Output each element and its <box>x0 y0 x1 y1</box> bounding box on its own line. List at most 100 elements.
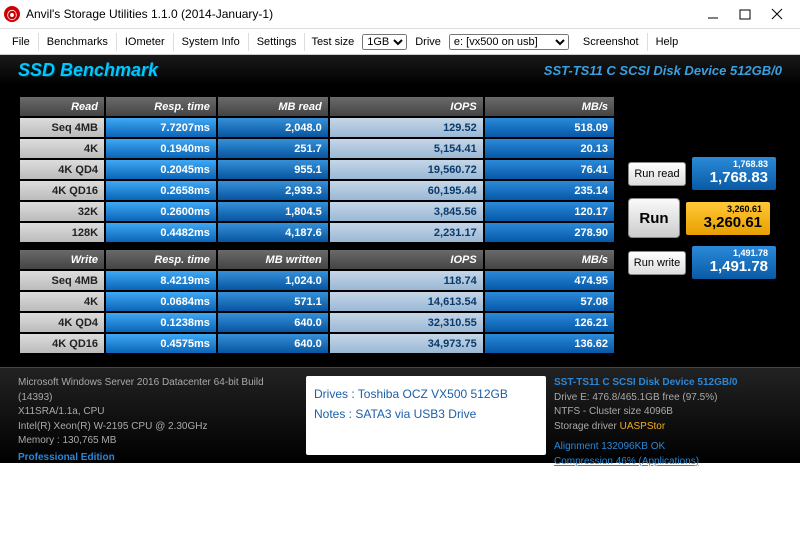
minimize-button[interactable] <box>706 7 720 21</box>
read-score: 1,768.83 1,768.83 <box>692 157 776 190</box>
row-rt: 0.2045ms <box>106 160 216 179</box>
menu-help[interactable]: Help <box>648 33 687 51</box>
row-mb: 2,048.0 <box>218 118 328 137</box>
row-rt: 0.4482ms <box>106 223 216 242</box>
row-rt: 0.1940ms <box>106 139 216 158</box>
row-mb: 2,939.3 <box>218 181 328 200</box>
row-mb: 571.1 <box>218 292 328 311</box>
table-row: Seq 4MB8.4219ms1,024.0118.74474.95 <box>20 271 614 290</box>
header-bar: SSD Benchmark SST-TS11 C SCSI Disk Devic… <box>0 55 800 85</box>
row-rt: 8.4219ms <box>106 271 216 290</box>
menu-bar: File Benchmarks IOmeter System Info Sett… <box>0 29 800 55</box>
read-table: Read Resp. time MB read IOPS MB/s Seq 4M… <box>18 95 616 244</box>
titlebar: ⦿ Anvil's Storage Utilities 1.1.0 (2014-… <box>0 0 800 29</box>
write-hdr-mb: MB written <box>218 250 328 269</box>
row-rt: 0.2600ms <box>106 202 216 221</box>
compression-link[interactable]: Compression 46% (Applications) <box>554 455 782 470</box>
table-row: Seq 4MB7.7207ms2,048.0129.52518.09 <box>20 118 614 137</box>
table-row: 32K0.2600ms1,804.53,845.56120.17 <box>20 202 614 221</box>
menu-file[interactable]: File <box>4 33 39 51</box>
os-line: Microsoft Windows Server 2016 Datacenter… <box>18 376 298 405</box>
row-rt: 7.7207ms <box>106 118 216 137</box>
read-hdr-iops: IOPS <box>330 97 483 116</box>
row-mbs: 278.90 <box>485 223 614 242</box>
run-read-button[interactable]: Run read <box>628 162 686 186</box>
total-score-value: 3,260.61 <box>694 214 762 231</box>
write-score: 1,491.78 1,491.78 <box>692 246 776 279</box>
row-iops: 118.74 <box>330 271 483 290</box>
app-icon: ⦿ <box>4 6 20 22</box>
write-hdr-mbs: MB/s <box>485 250 614 269</box>
window-title: Anvil's Storage Utilities 1.1.0 (2014-Ja… <box>26 7 706 21</box>
driver-name: UASPStor <box>620 421 666 432</box>
menu-iometer[interactable]: IOmeter <box>117 33 174 51</box>
menu-sysinfo[interactable]: System Info <box>174 33 249 51</box>
row-name: Seq 4MB <box>20 118 104 137</box>
row-iops: 2,231.17 <box>330 223 483 242</box>
row-mb: 4,187.6 <box>218 223 328 242</box>
row-rt: 0.1238ms <box>106 313 216 332</box>
row-mb: 640.0 <box>218 334 328 353</box>
maximize-button[interactable] <box>738 7 752 21</box>
drive-select[interactable]: e: [vx500 on usb] <box>449 34 569 50</box>
footer: Microsoft Windows Server 2016 Datacenter… <box>0 367 800 463</box>
dev-cap: Drive E: 476.8/465.1GB free (97.5%) <box>554 391 782 406</box>
table-row: 4K QD40.2045ms955.119,560.7276.41 <box>20 160 614 179</box>
run-button[interactable]: Run <box>628 198 680 238</box>
row-rt: 0.2658ms <box>106 181 216 200</box>
alignment-line: Alignment 132096KB OK <box>554 440 782 455</box>
write-hdr-rt: Resp. time <box>106 250 216 269</box>
row-mb: 955.1 <box>218 160 328 179</box>
mem-line: Memory : 130,765 MB <box>18 434 298 449</box>
write-score-value: 1,491.78 <box>700 258 768 275</box>
row-mbs: 136.62 <box>485 334 614 353</box>
dev-name: SST-TS11 C SCSI Disk Device 512GB/0 <box>554 376 782 391</box>
row-name: 128K <box>20 223 104 242</box>
row-name: 4K <box>20 139 104 158</box>
row-rt: 0.0684ms <box>106 292 216 311</box>
menu-settings[interactable]: Settings <box>249 33 306 51</box>
row-name: 4K <box>20 292 104 311</box>
menu-benchmarks[interactable]: Benchmarks <box>39 33 117 51</box>
testsize-label: Test size <box>305 33 360 51</box>
row-mb: 251.7 <box>218 139 328 158</box>
drive-label: Drive <box>409 33 447 51</box>
row-iops: 129.52 <box>330 118 483 137</box>
notes-box[interactable]: Drives : Toshiba OCZ VX500 512GB Notes :… <box>306 376 546 455</box>
table-row: 4K0.0684ms571.114,613.5457.08 <box>20 292 614 311</box>
testsize-select[interactable]: 1GB <box>362 34 407 50</box>
run-write-button[interactable]: Run write <box>628 251 686 275</box>
row-iops: 34,973.75 <box>330 334 483 353</box>
read-hdr-name: Read <box>20 97 104 116</box>
read-hdr-mbs: MB/s <box>485 97 614 116</box>
read-hdr-mb: MB read <box>218 97 328 116</box>
row-iops: 60,195.44 <box>330 181 483 200</box>
total-score: 3,260.61 3,260.61 <box>686 202 770 235</box>
row-name: 4K QD16 <box>20 334 104 353</box>
system-info: Microsoft Windows Server 2016 Datacenter… <box>18 376 298 455</box>
table-row: 128K0.4482ms4,187.62,231.17278.90 <box>20 223 614 242</box>
page-title: SSD Benchmark <box>18 60 158 81</box>
table-row: 4K0.1940ms251.75,154.4120.13 <box>20 139 614 158</box>
close-button[interactable] <box>770 7 784 21</box>
row-name: 4K QD4 <box>20 160 104 179</box>
row-mb: 1,804.5 <box>218 202 328 221</box>
write-hdr-iops: IOPS <box>330 250 483 269</box>
table-row: 4K QD40.1238ms640.032,310.55126.21 <box>20 313 614 332</box>
cpu-line: Intel(R) Xeon(R) W-2195 CPU @ 2.30GHz <box>18 420 298 435</box>
row-mbs: 235.14 <box>485 181 614 200</box>
read-score-value: 1,768.83 <box>700 169 768 186</box>
dev-fs: NTFS - Cluster size 4096B <box>554 405 782 420</box>
row-mbs: 126.21 <box>485 313 614 332</box>
total-score-small: 3,260.61 <box>694 204 762 214</box>
write-hdr-name: Write <box>20 250 104 269</box>
edition-label: Professional Edition <box>18 451 298 466</box>
row-mbs: 57.08 <box>485 292 614 311</box>
row-mb: 640.0 <box>218 313 328 332</box>
row-mbs: 474.95 <box>485 271 614 290</box>
menu-screenshot[interactable]: Screenshot <box>575 33 648 51</box>
mb-line: X11SRA/1.1a, CPU <box>18 405 298 420</box>
row-mb: 1,024.0 <box>218 271 328 290</box>
row-rt: 0.4575ms <box>106 334 216 353</box>
main-area: Read Resp. time MB read IOPS MB/s Seq 4M… <box>0 85 800 367</box>
